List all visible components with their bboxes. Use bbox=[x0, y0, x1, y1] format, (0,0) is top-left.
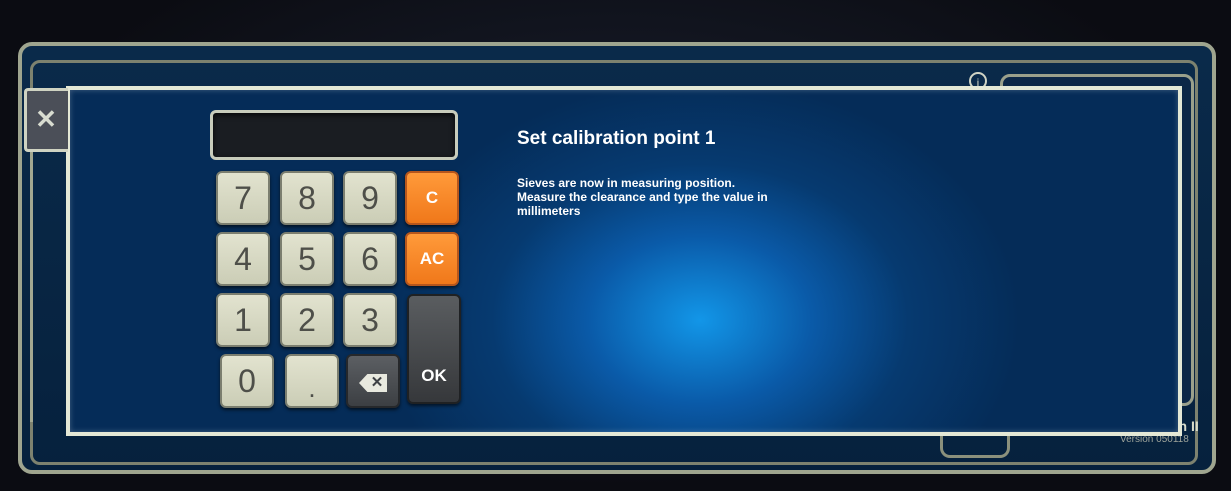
all-clear-button[interactable]: AC bbox=[405, 232, 459, 286]
key-7[interactable]: 7 bbox=[216, 171, 270, 225]
close-icon[interactable]: ✕ bbox=[35, 106, 57, 132]
backspace-icon: ✕ bbox=[359, 374, 387, 392]
instruction-line: millimeters bbox=[517, 204, 581, 218]
dialog-title: Set calibration point 1 bbox=[517, 128, 716, 149]
key-8[interactable]: 8 bbox=[280, 171, 334, 225]
backspace-button[interactable]: ✕ bbox=[346, 354, 400, 408]
key-1[interactable]: 1 bbox=[216, 293, 270, 347]
key-9[interactable]: 9 bbox=[343, 171, 397, 225]
screen: i on II Version 050118 ✕ 7 8 9 C 4 5 6 A… bbox=[0, 0, 1231, 491]
dialog-left-rail bbox=[30, 152, 66, 422]
key-4[interactable]: 4 bbox=[216, 232, 270, 286]
clear-button[interactable]: C bbox=[405, 171, 459, 225]
ok-button[interactable]: OK bbox=[407, 294, 461, 404]
key-0[interactable]: 0 bbox=[220, 354, 274, 408]
key-decimal[interactable]: . bbox=[285, 354, 339, 408]
key-3[interactable]: 3 bbox=[343, 293, 397, 347]
key-5[interactable]: 5 bbox=[280, 232, 334, 286]
value-display[interactable] bbox=[210, 110, 458, 160]
instruction-line: Measure the clearance and type the value… bbox=[517, 190, 768, 204]
key-2[interactable]: 2 bbox=[280, 293, 334, 347]
key-6[interactable]: 6 bbox=[343, 232, 397, 286]
instruction-line: Sieves are now in measuring position. bbox=[517, 176, 736, 190]
dialog-instructions: Sieves are now in measuring position. Me… bbox=[517, 176, 837, 218]
